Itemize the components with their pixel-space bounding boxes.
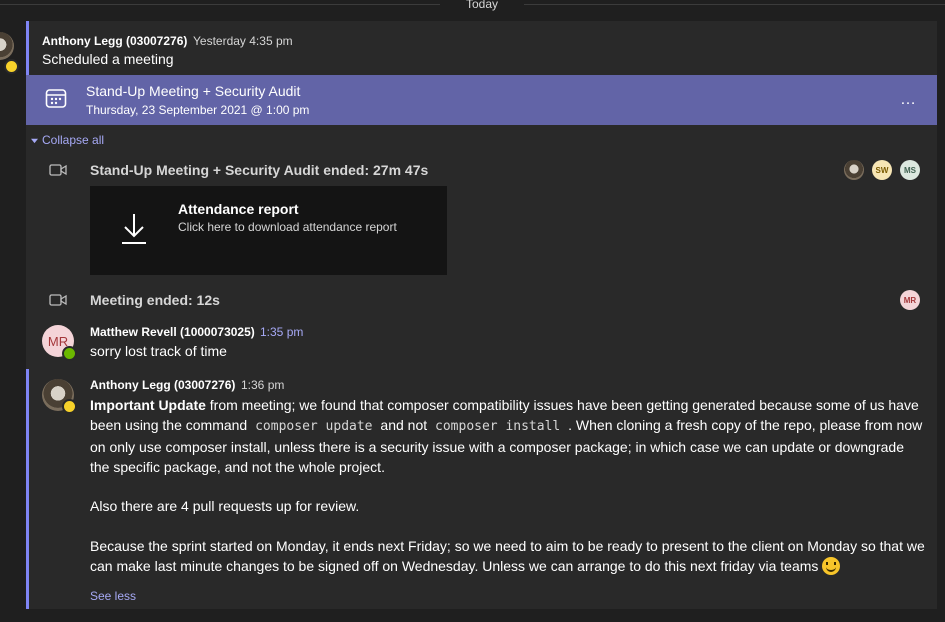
more-options-button[interactable]: … xyxy=(900,91,917,109)
participant-avatar[interactable] xyxy=(844,160,864,180)
message-body: Important Update from meeting; we found … xyxy=(90,395,925,477)
message-text: and not xyxy=(380,417,428,433)
important-message-bar xyxy=(26,369,29,609)
meeting-date: Thursday, 23 September 2021 @ 1:00 pm xyxy=(86,103,310,117)
video-camera-icon xyxy=(49,294,67,306)
inline-code: composer install xyxy=(435,419,561,434)
message-bold-lead: Important Update xyxy=(90,397,206,413)
collapse-all-link[interactable]: Collapse all xyxy=(42,133,104,147)
meeting-ended-title: Stand-Up Meeting + Security Audit ended:… xyxy=(90,162,429,178)
video-camera-icon xyxy=(49,164,67,176)
message-text: Scheduled a meeting xyxy=(42,51,174,67)
inline-code: composer update xyxy=(255,419,373,434)
participant-avatar[interactable]: SW xyxy=(872,160,892,180)
attendance-report-title[interactable]: Attendance report xyxy=(178,201,299,217)
away-status-icon xyxy=(62,399,77,414)
calendar-icon xyxy=(45,89,67,108)
smile-emoji-icon xyxy=(822,557,841,575)
participant-avatar[interactable]: MS xyxy=(900,160,920,180)
message-timestamp: 1:36 pm xyxy=(241,378,285,392)
message-author[interactable]: Anthony Legg (03007276) xyxy=(42,34,187,48)
chevron-down-icon xyxy=(31,138,38,144)
thread-footer xyxy=(26,609,937,622)
message-timestamp: 1:35 pm xyxy=(260,325,304,339)
message-author[interactable]: Matthew Revell (1000073025) xyxy=(90,325,255,339)
meeting-ended-title: Meeting ended: 12s xyxy=(90,292,220,308)
message-text: Because the sprint started on Monday, it… xyxy=(90,538,925,574)
download-icon xyxy=(122,214,146,244)
meeting-title[interactable]: Stand-Up Meeting + Security Audit xyxy=(86,83,300,99)
divider-line-right xyxy=(524,4,945,5)
divider-line-left xyxy=(0,4,440,5)
message-paragraph: Because the sprint started on Monday, it… xyxy=(90,536,925,576)
message-paragraph: Also there are 4 pull requests up for re… xyxy=(90,498,360,514)
message-text: sorry lost track of time xyxy=(90,343,227,359)
date-divider-label: Today xyxy=(443,0,521,11)
see-less-link[interactable]: See less xyxy=(90,589,136,603)
avatar[interactable] xyxy=(0,32,14,60)
message-timestamp: Yesterday 4:35 pm xyxy=(193,34,293,48)
message-author[interactable]: Anthony Legg (03007276) xyxy=(90,378,235,392)
available-status-icon xyxy=(62,346,77,361)
attendance-report-subtitle: Click here to download attendance report xyxy=(178,220,397,234)
away-status-icon xyxy=(4,59,19,74)
participant-avatar[interactable]: MR xyxy=(900,290,920,310)
